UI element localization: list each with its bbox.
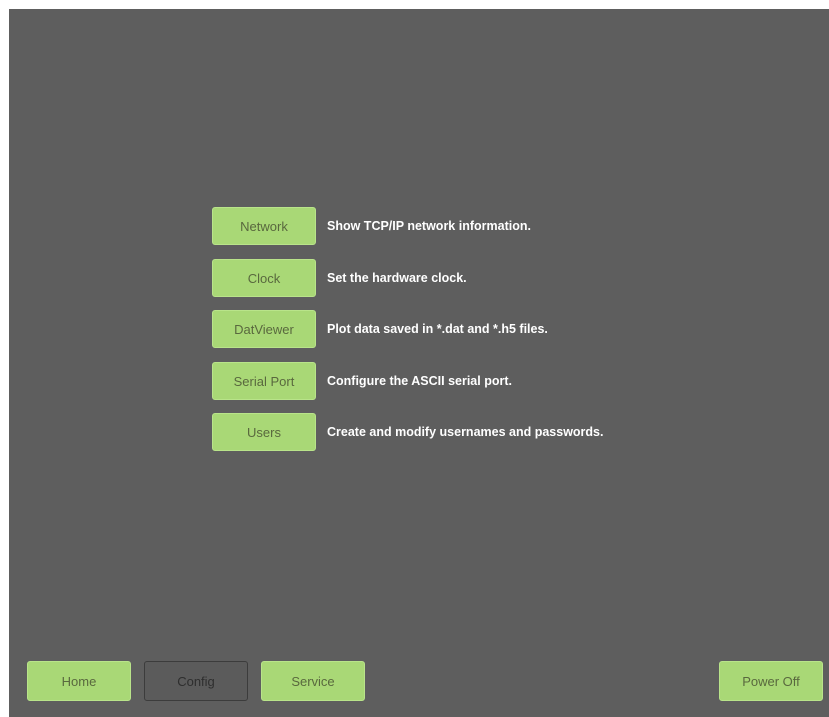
config-button[interactable]: Config xyxy=(144,661,248,701)
network-button[interactable]: Network xyxy=(212,207,316,245)
clock-description: Set the hardware clock. xyxy=(327,271,467,285)
service-button[interactable]: Service xyxy=(261,661,365,701)
datviewer-description: Plot data saved in *.dat and *.h5 files. xyxy=(327,322,548,336)
home-button[interactable]: Home xyxy=(27,661,131,701)
network-description: Show TCP/IP network information. xyxy=(327,219,531,233)
users-button[interactable]: Users xyxy=(212,413,316,451)
serial-port-description: Configure the ASCII serial port. xyxy=(327,374,512,388)
config-screen: Network Show TCP/IP network information.… xyxy=(9,9,829,717)
datviewer-button[interactable]: DatViewer xyxy=(212,310,316,348)
clock-button[interactable]: Clock xyxy=(212,259,316,297)
users-description: Create and modify usernames and password… xyxy=(327,425,604,439)
power-off-button[interactable]: Power Off xyxy=(719,661,823,701)
serial-port-button[interactable]: Serial Port xyxy=(212,362,316,400)
